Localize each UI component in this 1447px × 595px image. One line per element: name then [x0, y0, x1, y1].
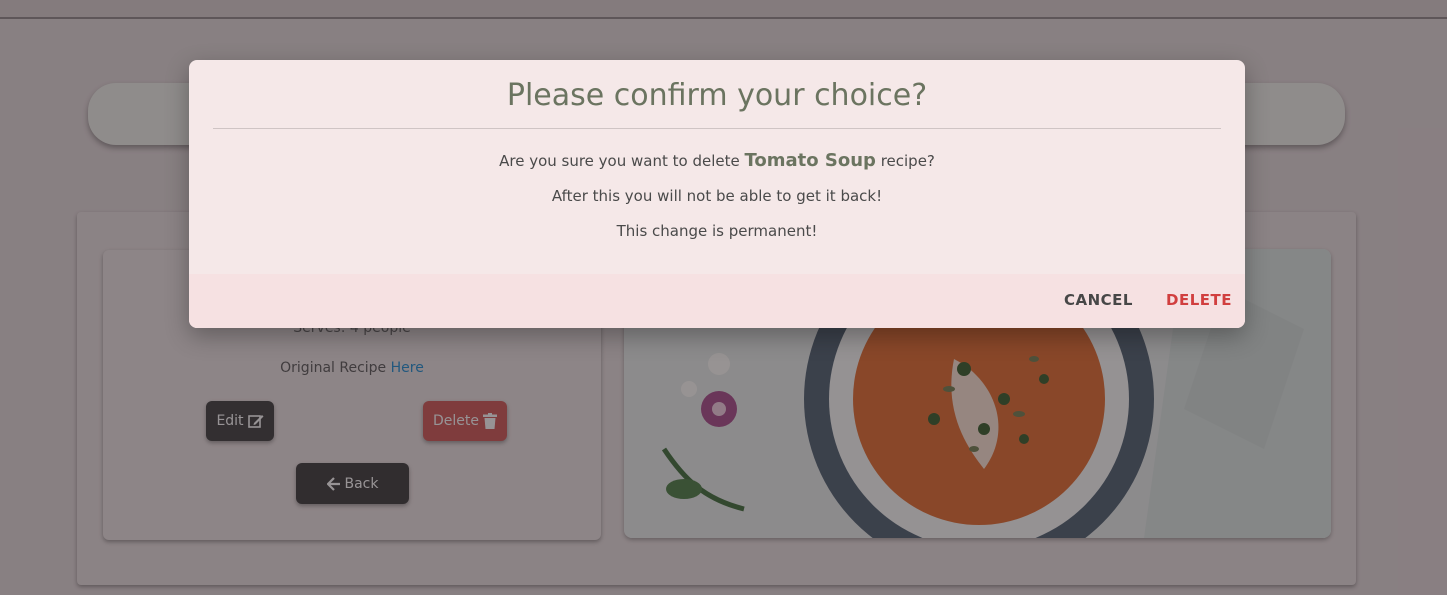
- cancel-button[interactable]: CANCEL: [1064, 291, 1133, 309]
- confirm-delete-dialog: Please confirm your choice? Are you sure…: [189, 60, 1245, 328]
- dialog-title: Please confirm your choice?: [506, 78, 928, 113]
- dialog-footer: CANCEL DELETE: [189, 274, 1245, 328]
- confirm-delete-button[interactable]: DELETE: [1166, 291, 1232, 309]
- dialog-divider: [213, 128, 1221, 129]
- dialog-permanent-note: This change is permanent!: [616, 222, 818, 240]
- dialog-warning: After this you will not be able to get i…: [551, 187, 883, 205]
- dialog-question: Are you sure you want to delete Tomato S…: [189, 150, 1245, 171]
- dialog-question-prefix: Are you sure you want to delete: [499, 152, 740, 170]
- recipe-name: Tomato Soup: [744, 150, 876, 171]
- dialog-question-suffix: recipe?: [880, 152, 935, 170]
